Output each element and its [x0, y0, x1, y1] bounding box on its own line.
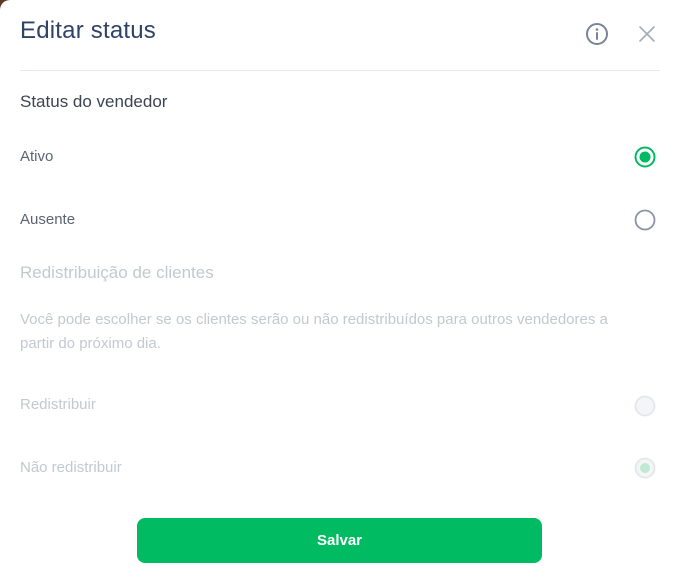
option-redistribuir-label: Redistribuir [20, 396, 96, 413]
modal-title: Editar status [20, 17, 156, 44]
save-button[interactable]: Salvar [137, 518, 542, 563]
radio-nao-redistribuir[interactable] [634, 457, 656, 479]
option-ausente-label: Ausente [20, 211, 76, 228]
edit-status-modal: Editar status Status do vendedor Ativo A… [0, 0, 676, 588]
seller-status-title: Status do vendedor [20, 92, 168, 111]
redistribution-title: Redistribuição de clientes [20, 263, 214, 282]
option-ativo-label: Ativo [20, 148, 54, 165]
option-nao-redistribuir-label: Não redistribuir [20, 459, 122, 476]
close-icon[interactable] [635, 22, 659, 46]
radio-ausente[interactable] [634, 209, 656, 231]
info-icon[interactable] [585, 22, 609, 46]
redistribution-description: Você pode escolher se os clientes serão … [20, 311, 608, 352]
radio-redistribuir[interactable] [634, 395, 656, 417]
modal-header: Editar status [20, 0, 660, 71]
radio-ativo[interactable] [634, 146, 656, 168]
